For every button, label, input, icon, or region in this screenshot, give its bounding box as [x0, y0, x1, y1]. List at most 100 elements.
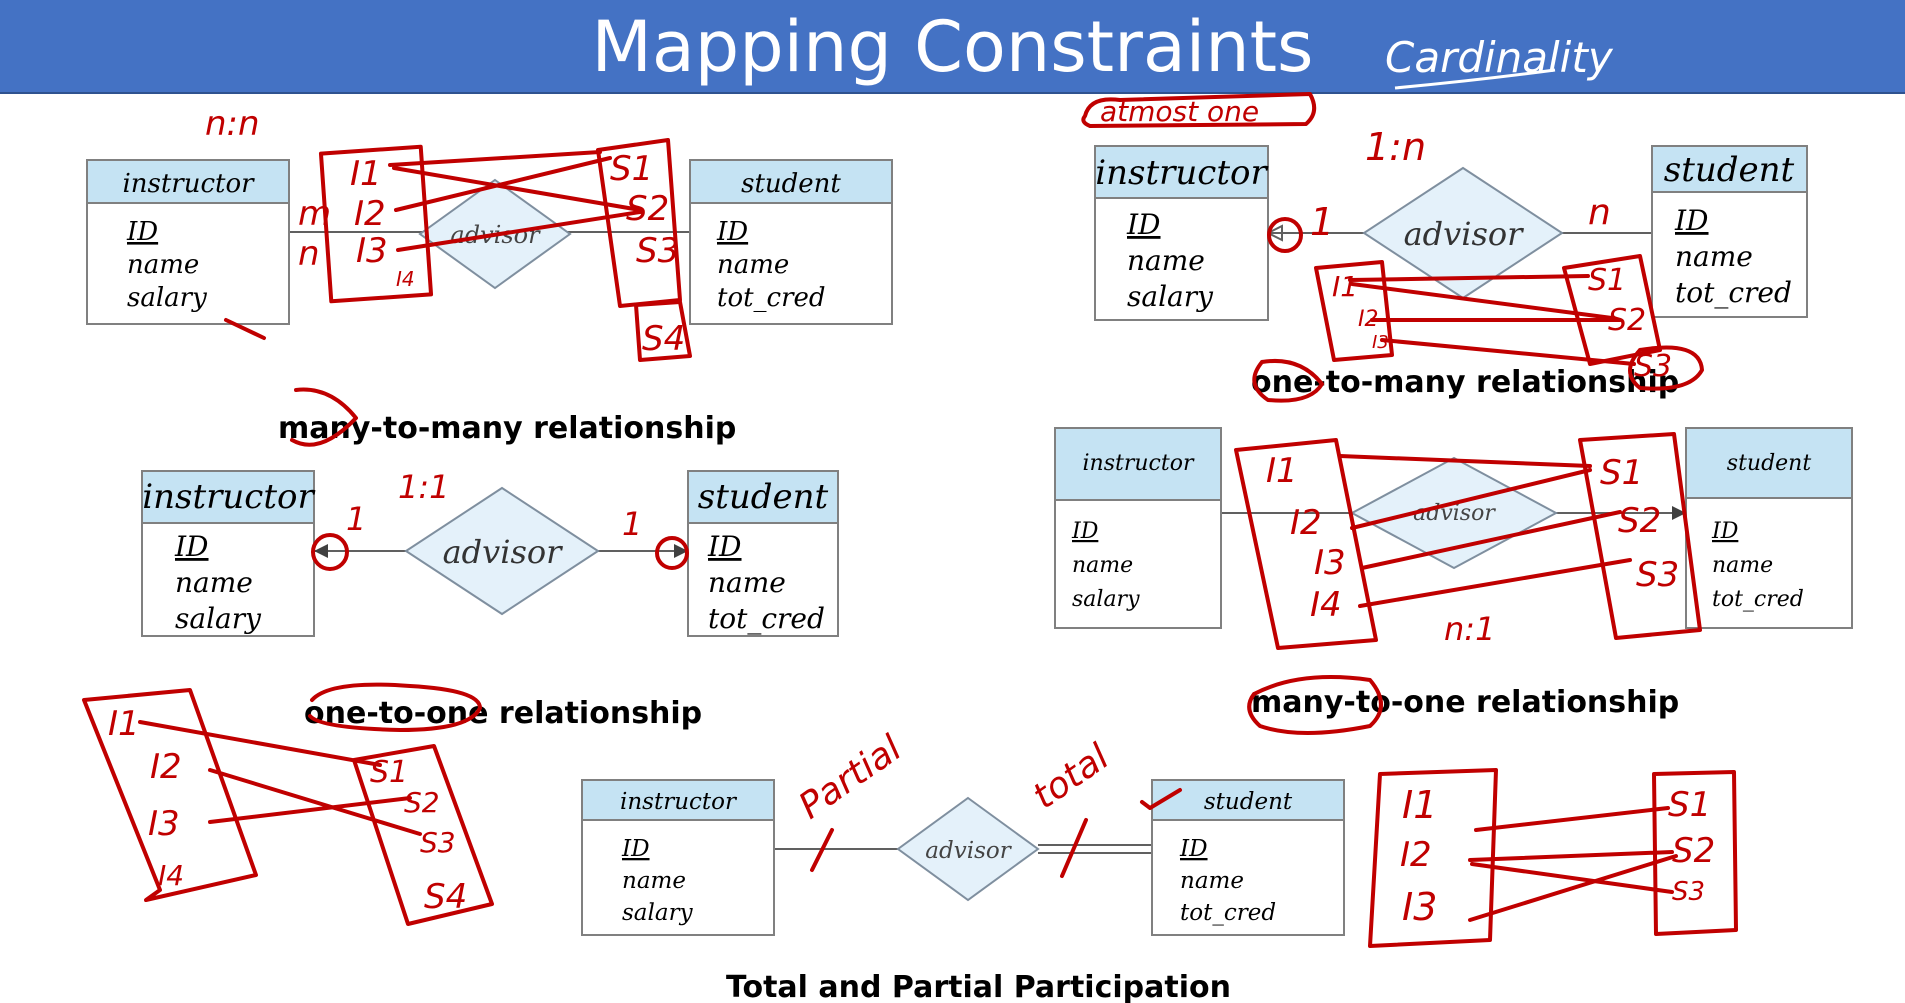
o2m-instructor-attr-id: ID [1126, 208, 1161, 241]
o2m-link-1 [1348, 274, 1590, 282]
o2m-student-name: student [1664, 150, 1795, 190]
m2o-student-attr-name: name [1712, 553, 1773, 578]
m2o-left-set-i1: I1 [1266, 451, 1298, 491]
o2o-right-one-note: 1 [622, 505, 642, 543]
o2m-link-4 [1380, 338, 1636, 366]
o2m-student-attr-name: name [1675, 240, 1753, 273]
o2m-student-attr-id: ID [1674, 204, 1709, 237]
m2o-left-set-i3: I3 [1314, 543, 1346, 583]
o2m-student-attr-totcred: tot_cred [1675, 276, 1792, 309]
part-student-attr-name: name [1180, 868, 1244, 894]
o2m-advisor-label: advisor [1404, 215, 1525, 253]
o2m-1n-note: 1:n [1365, 125, 1426, 169]
m2o-link-4 [1358, 558, 1632, 608]
m2m-student-attr-totcred: tot_cred [717, 283, 826, 313]
part-left-set-i3: I3 [1402, 885, 1437, 929]
o2o-right-set-s4: S4 [424, 877, 467, 917]
m2m-right-set-s3: S3 [636, 231, 679, 271]
m2m-right-set-s4: S4 [642, 319, 685, 359]
o2o-left-set-i4: I4 [158, 859, 184, 892]
m2o-left-set-i2: I2 [1290, 503, 1322, 543]
o2o-instructor-name: instructor [142, 477, 315, 517]
part-caption: Total and Partial Participation [726, 970, 1231, 1003]
o2m-instructor-name: instructor [1095, 153, 1268, 193]
m2m-right-set-s1: S1 [610, 149, 653, 189]
o2m-right-set-s3: S3 [1634, 349, 1672, 384]
o2o-11-note: 1:1 [398, 468, 450, 506]
m2o-student-attr-totcred: tot_cred [1712, 587, 1804, 612]
o2o-student-name: student [698, 477, 829, 517]
m2o-left-set-i4: I4 [1310, 585, 1342, 625]
part-total-tick [1060, 818, 1088, 878]
o2m-left-set-i3: I3 [1372, 332, 1389, 353]
part-instructor-attr-id: ID [621, 836, 650, 862]
m2o-caption: many-to-one relationship [1251, 685, 1679, 720]
part-instructor-attr-salary: salary [622, 900, 694, 926]
part-right-set-s3: S3 [1672, 877, 1705, 907]
m2o-right-set-s3: S3 [1636, 555, 1679, 595]
m2o-left-set-box [1234, 438, 1378, 650]
m2o-right-set-s2: S2 [1618, 501, 1661, 541]
o2m-atmost-note: atmost one [1100, 95, 1259, 128]
m2m-left-set-i4: I4 [396, 267, 415, 291]
participation-diagram: instructor ID name salary advisor studen… [581, 728, 1738, 1003]
o2o-instructor-attr-id: ID [174, 530, 209, 563]
m2m-instructor-name: instructor [122, 169, 255, 199]
o2o-student-attr-totcred: tot_cred [708, 602, 825, 635]
o2o-left-one-note: 1 [346, 500, 366, 538]
o2o-student-attr-id: ID [707, 530, 742, 563]
o2o-caption: one-to-one relationship [304, 696, 702, 731]
o2o-right-set-s3: S3 [420, 826, 456, 859]
part-total-note: total [1026, 737, 1117, 818]
m2o-instructor-name: instructor [1083, 451, 1195, 476]
part-student-attr-totcred: tot_cred [1180, 900, 1276, 926]
m2o-instructor-attr-id: ID [1071, 519, 1099, 544]
o2o-instructor-attr-salary: salary [175, 602, 262, 635]
o2m-one-note: 1 [1310, 200, 1334, 244]
m2o-n1-note: n:1 [1444, 610, 1495, 648]
cardinality-note: Cardinality [1385, 33, 1614, 82]
o2o-right-set-s2: S2 [404, 786, 440, 819]
part-right-set-s1: S1 [1668, 785, 1711, 825]
o2m-instructor-attr-name: name [1127, 244, 1205, 277]
o2o-right-set-s1: S1 [370, 755, 408, 790]
m2o-instructor-attr-name: name [1072, 553, 1133, 578]
m2m-instructor-attr-id: ID [126, 217, 158, 247]
part-instructor-name: instructor [620, 789, 738, 815]
part-left-set-i1: I1 [1402, 783, 1437, 827]
part-instructor-attr-name: name [622, 868, 686, 894]
m2m-left-set-i1: I1 [350, 154, 382, 194]
part-link-1 [1474, 806, 1670, 832]
o2m-right-set-s1: S1 [1588, 263, 1626, 298]
diagram-canvas: Cardinality instructor ID name salary ad… [82, 33, 1853, 1003]
o2m-left-set-i1: I1 [1332, 270, 1358, 303]
o2o-student-attr-name: name [708, 566, 786, 599]
m2m-nn-note: n:n [205, 104, 260, 144]
o2m-n-note: n [1588, 192, 1611, 233]
m2m-left-set-i2: I2 [354, 194, 386, 234]
m2o-student-attr-id: ID [1711, 519, 1739, 544]
part-right-set-s2: S2 [1672, 831, 1715, 871]
part-advisor-label: advisor [925, 838, 1012, 864]
m2m-student-attr-id: ID [716, 217, 748, 247]
m2o-student-name: student [1727, 451, 1812, 476]
o2o-instructor-attr-name: name [175, 566, 253, 599]
many-to-one-diagram: instructor ID name salary advisor studen… [1054, 427, 1853, 735]
part-partial-note: Partial [792, 728, 910, 827]
o2m-caption: one-to-many relationship [1251, 365, 1679, 400]
part-student-name: student [1204, 789, 1293, 815]
part-link-2 [1468, 850, 1674, 862]
o2m-instructor-attr-salary: salary [1127, 280, 1214, 313]
o2o-advisor-label: advisor [443, 533, 564, 571]
m2m-student-attr-name: name [717, 250, 789, 280]
part-left-set-i2: I2 [1400, 835, 1432, 875]
one-to-many-diagram: instructor ID name salary advisor studen… [1081, 92, 1808, 403]
m2o-right-set-s1: S1 [1600, 453, 1643, 493]
o2o-left-set-i1: I1 [108, 704, 140, 744]
m2m-left-set-i3: I3 [356, 231, 388, 271]
m2m-m-note: m [298, 194, 331, 234]
m2m-n-note: n [298, 234, 320, 274]
many-to-many-diagram: instructor ID name salary advisor studen… [86, 104, 893, 447]
m2m-student-name: student [741, 169, 841, 199]
m2o-instructor-attr-salary: salary [1072, 587, 1140, 612]
